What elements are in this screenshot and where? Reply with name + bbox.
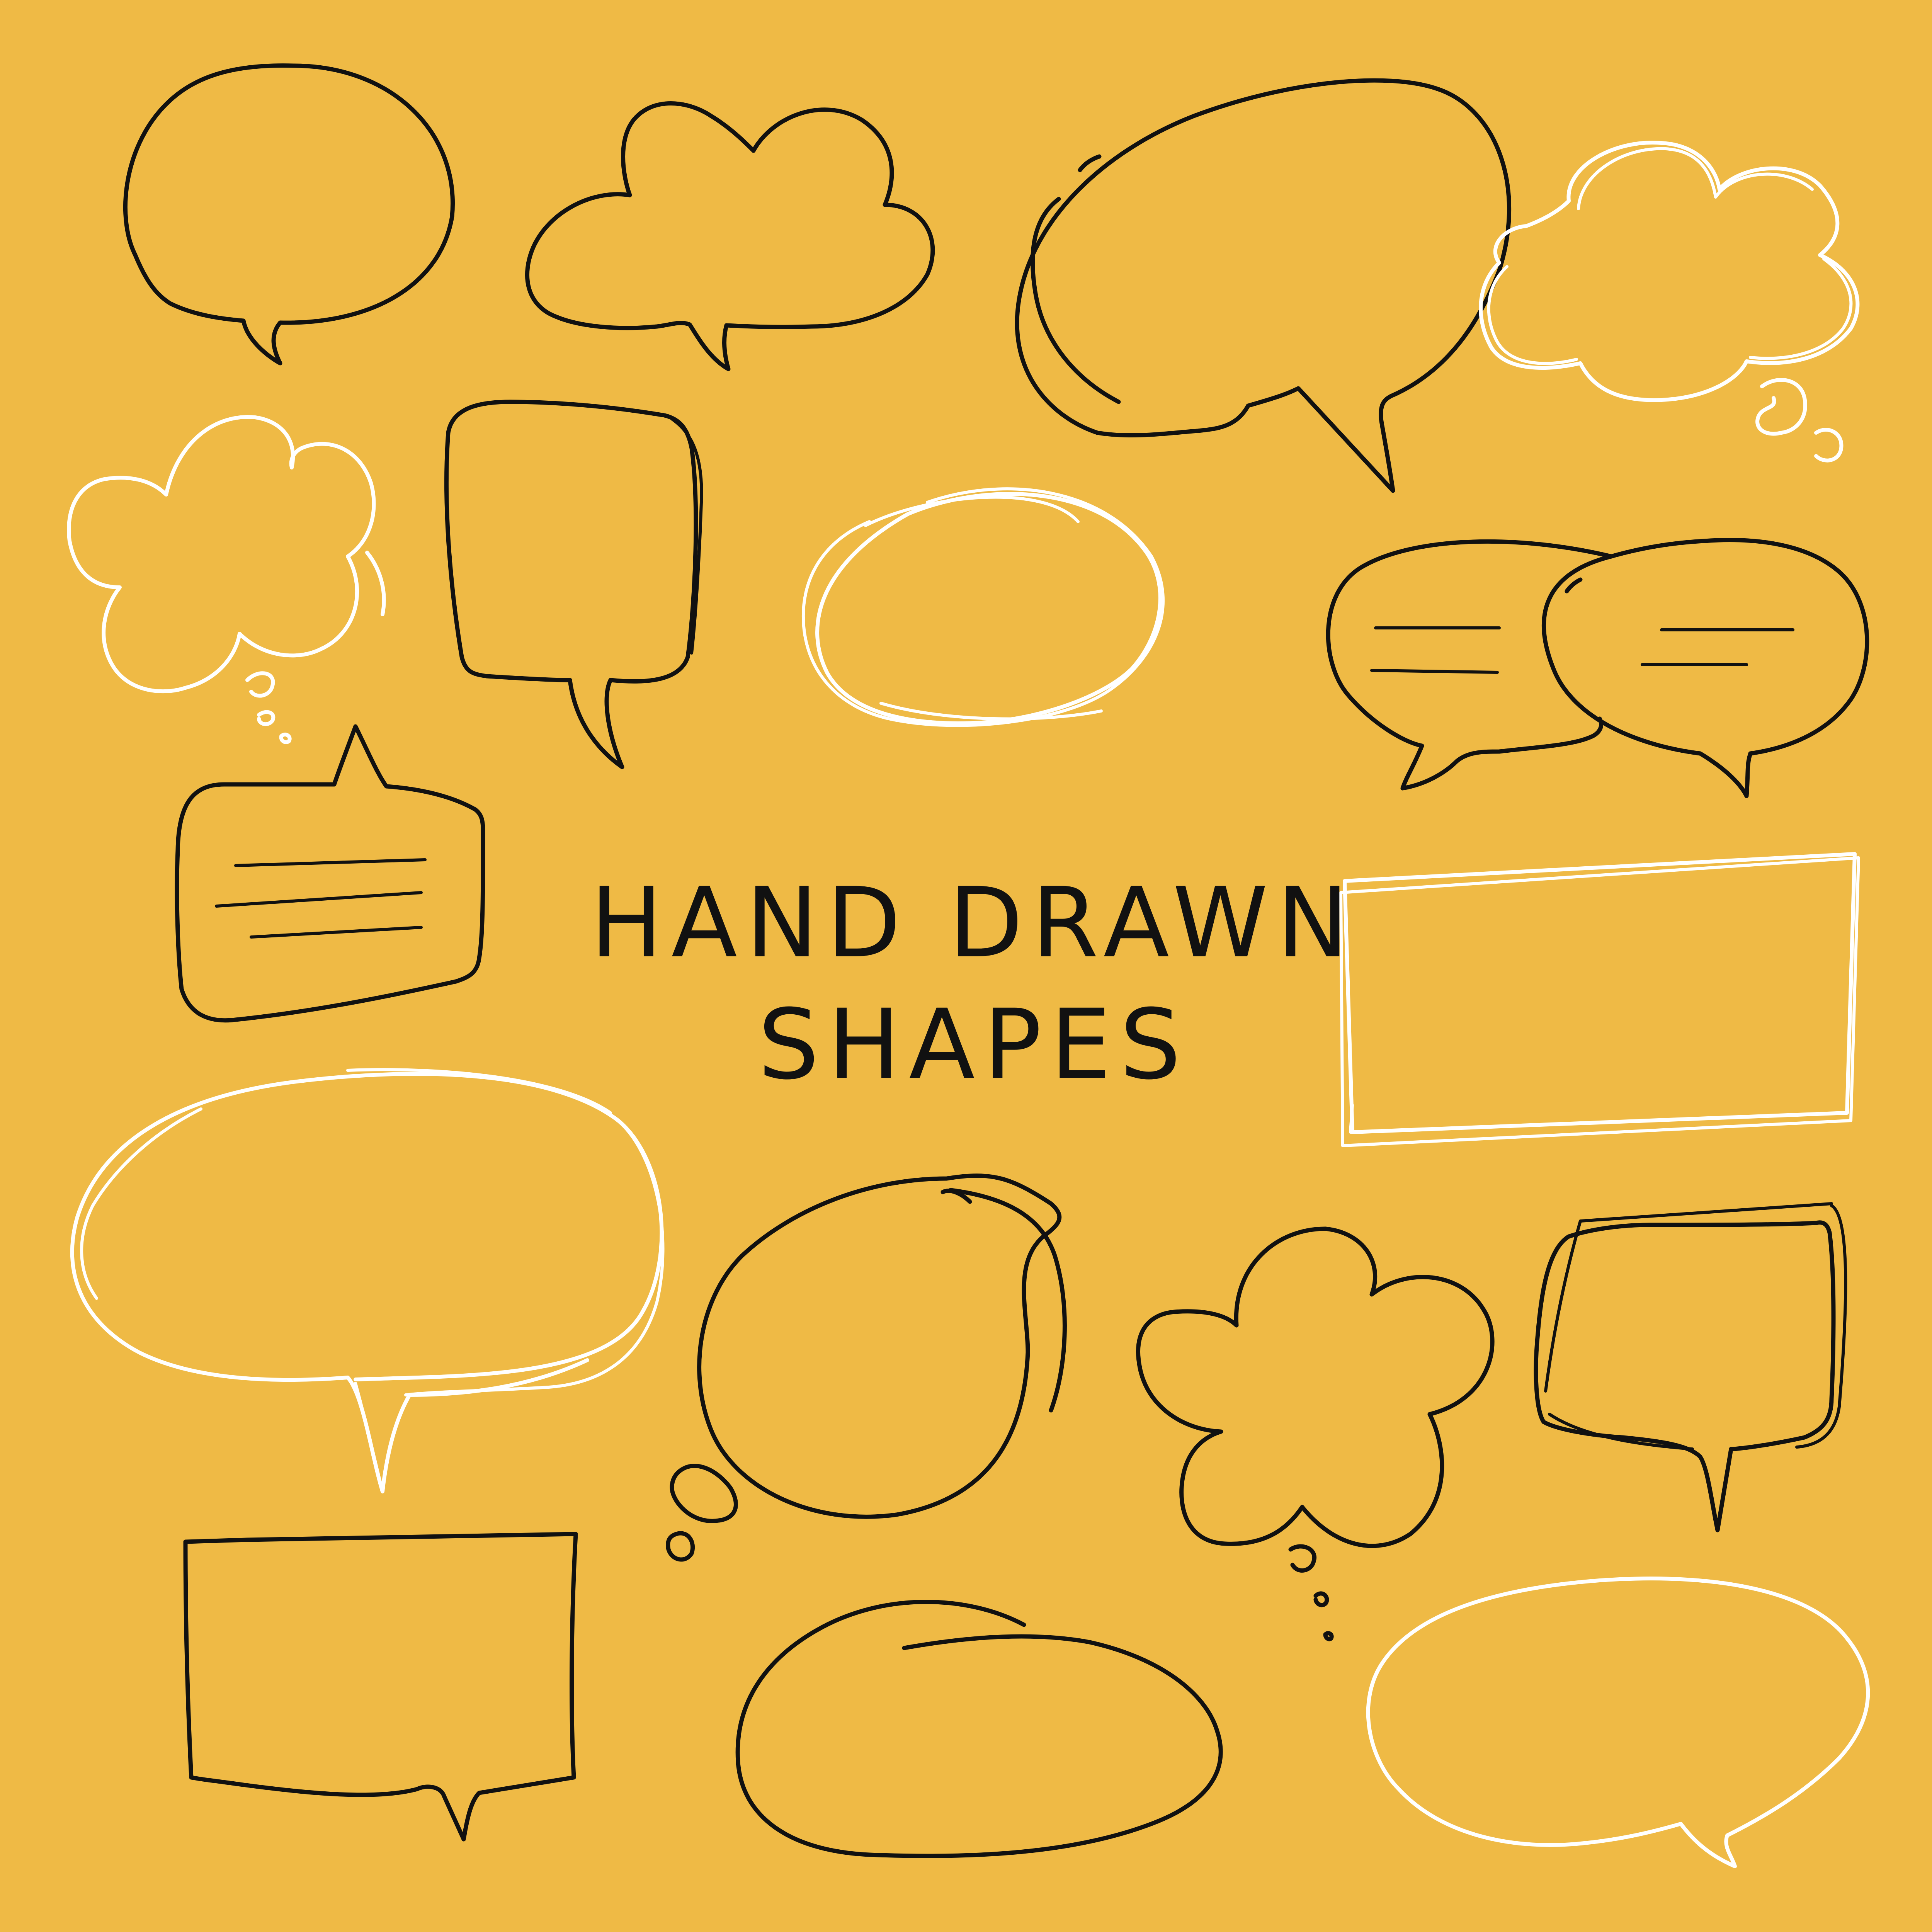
thought-cloud-center-right bbox=[1136, 1226, 1495, 1641]
thought-cloud-chalk-left bbox=[67, 415, 386, 744]
speech-bubble-wide-oval-chalk bbox=[70, 1068, 665, 1493]
thought-bubble-circle bbox=[666, 1173, 1067, 1562]
speech-bubble-square bbox=[183, 1532, 578, 1842]
sketch-oval-open bbox=[735, 1600, 1223, 1858]
hand-drawn-shapes-canvas: HAND DRAWN SHAPES bbox=[67, 63, 1870, 1868]
speech-bubble-oval-large bbox=[1015, 78, 1512, 493]
speech-bubble-oval-chalk bbox=[1366, 1577, 1870, 1868]
title: HAND DRAWN SHAPES bbox=[590, 867, 1357, 1101]
speech-bubble-rectangle-tall bbox=[444, 400, 703, 769]
title-line-2: SHAPES bbox=[758, 988, 1189, 1101]
sketch-rectangle-chalk bbox=[1339, 852, 1860, 1147]
speech-bubble-round bbox=[123, 63, 455, 366]
thought-cloud-chalk-top-right bbox=[1479, 141, 1860, 463]
double-speech-bubble bbox=[1326, 538, 1869, 798]
title-line-1: HAND DRAWN bbox=[590, 867, 1357, 979]
speech-bubble-rectangle-lines bbox=[175, 724, 485, 1023]
speech-bubble-rectangle-sketch bbox=[1534, 1202, 1847, 1532]
thought-cloud-top bbox=[525, 101, 935, 371]
sketch-oval-chalk bbox=[802, 487, 1165, 727]
